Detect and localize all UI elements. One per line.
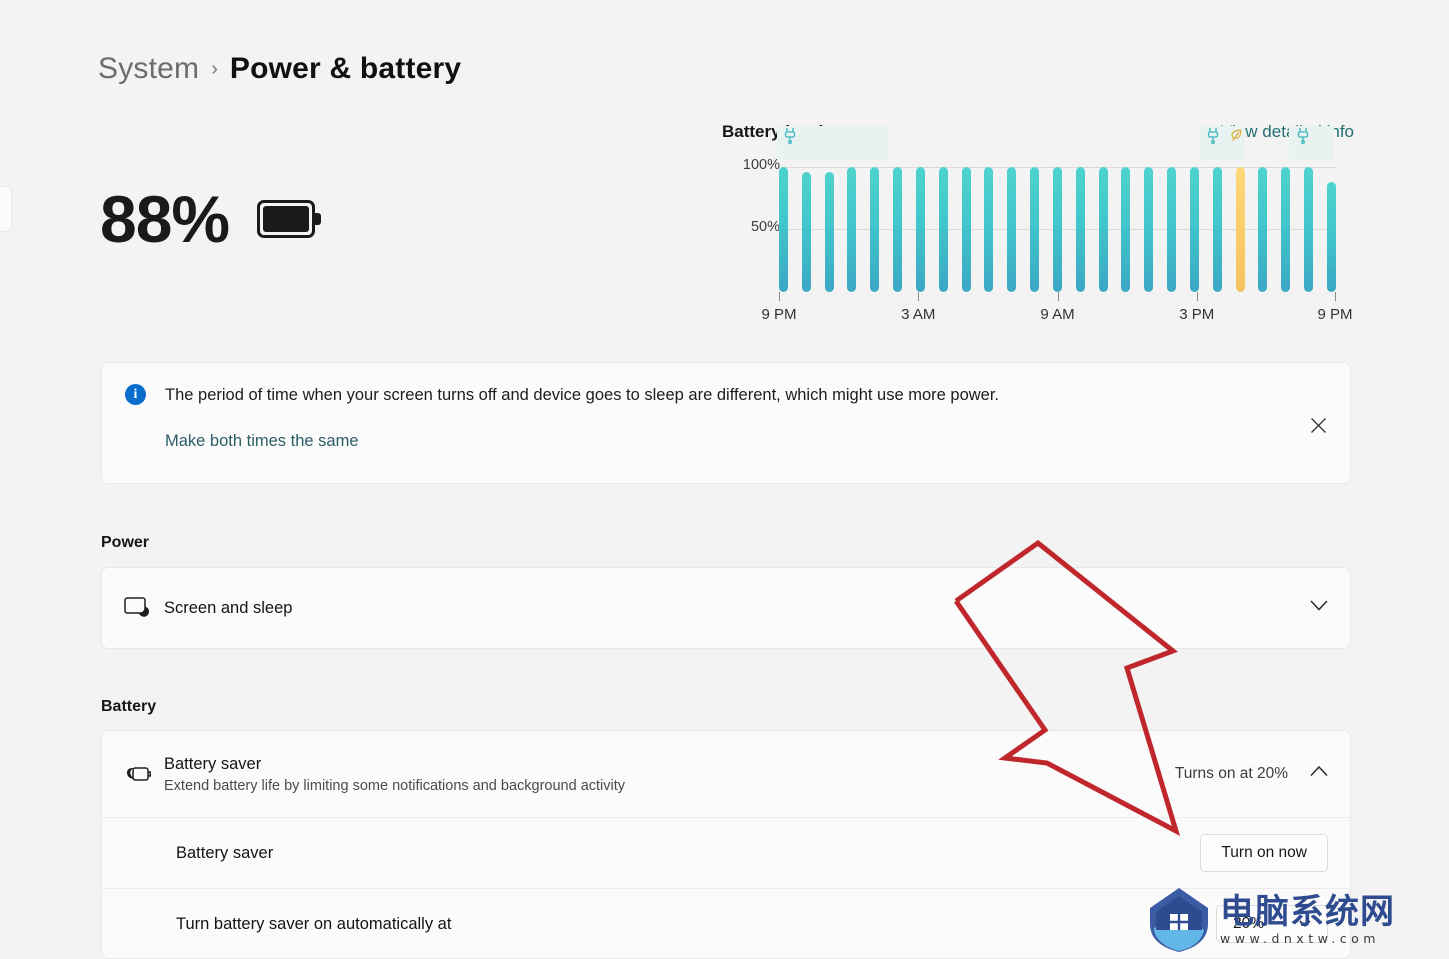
breadcrumb: System › Power & battery — [98, 52, 461, 86]
charging-plug-icon — [782, 126, 798, 144]
chart-bar — [893, 166, 903, 292]
chart-bar — [1281, 166, 1291, 292]
chart-bar — [1121, 166, 1131, 292]
battery-levels-chart: Battery levels View detailed info 100%50… — [722, 122, 1354, 342]
battery-saver-sub-label: Battery saver — [176, 843, 274, 862]
chart-x-tick-label: 3 PM — [1179, 306, 1215, 323]
chart-y-tick-label: 50% — [750, 219, 780, 236]
section-heading-battery: Battery — [101, 698, 157, 715]
chevron-up-icon[interactable] — [1310, 765, 1328, 783]
screen-and-sleep-card[interactable]: Screen and sleep — [101, 567, 1351, 649]
chart-bar — [938, 166, 948, 292]
screen-sleep-icon — [124, 596, 164, 620]
chart-x-tick — [918, 292, 920, 301]
chart-bar — [824, 171, 834, 292]
chart-bars — [779, 154, 1336, 292]
battery-status: 88% — [100, 182, 322, 256]
chart-bar — [1144, 166, 1154, 292]
battery-saver-icon — [124, 763, 164, 785]
chart-bar — [1189, 166, 1199, 292]
info-banner: i The period of time when your screen tu… — [101, 362, 1351, 484]
chart-bar — [1258, 166, 1268, 292]
chart-x-tick-label: 3 AM — [901, 306, 936, 323]
breadcrumb-parent[interactable]: System — [98, 52, 199, 86]
watermark-logo-icon — [1150, 888, 1208, 952]
close-icon[interactable] — [1302, 409, 1334, 441]
battery-saver-title: Battery saver — [164, 754, 262, 773]
chart-bar — [1075, 166, 1085, 292]
info-icon: i — [125, 384, 146, 405]
chart-x-tick — [1335, 292, 1336, 301]
battery-saver-leaf-icon — [1228, 126, 1244, 144]
chart-bar — [1098, 166, 1108, 292]
chart-bar — [915, 166, 925, 292]
watermark-url: www.dnxtw.com — [1220, 930, 1380, 946]
chart-bar — [1030, 166, 1040, 292]
chart-x-tick-label: 9 PM — [1317, 306, 1353, 323]
chart-bar — [1007, 166, 1017, 292]
watermark: 电脑系统网 www.dnxtw.com — [1146, 884, 1395, 954]
section-heading-power: Power — [101, 534, 150, 551]
make-both-times-same-link[interactable]: Make both times the same — [165, 432, 359, 451]
turn-on-now-button[interactable]: Turn on now — [1200, 834, 1328, 872]
battery-percent-label: 88% — [100, 182, 230, 256]
chart-y-tick-label: 100% — [742, 156, 780, 173]
chart-bar — [779, 166, 788, 292]
chart-bar — [1304, 166, 1314, 292]
battery-saver-threshold-value: Turns on at 20% — [1174, 765, 1288, 782]
settings-page: System › Power & battery 88% Battery lev… — [0, 0, 1449, 959]
chart-x-axis: 9 PM 3 AM 9 AM 3 PM 9 PM — [761, 292, 1353, 334]
battery-full-icon — [257, 200, 322, 238]
charging-plug-icon — [1295, 126, 1311, 144]
left-panel-edge — [0, 186, 12, 232]
chevron-down-icon[interactable] — [1310, 599, 1328, 617]
charging-plug-icon — [1205, 126, 1221, 144]
info-banner-message: The period of time when your screen turn… — [165, 386, 1000, 404]
chart-x-tick-label: 9 PM — [761, 306, 797, 323]
battery-saver-row[interactable]: Battery saver Extend battery life by lim… — [102, 731, 1350, 817]
chart-bar — [1326, 181, 1336, 292]
screen-and-sleep-label: Screen and sleep — [164, 598, 293, 617]
chart-bar — [870, 166, 880, 292]
chart-bar — [1167, 166, 1177, 292]
watermark-title: 电脑系统网 — [1220, 891, 1395, 932]
chart-bar — [984, 166, 994, 292]
chart-bar — [961, 166, 971, 292]
chart-plot: 100% 50% 9 PM 3 AM 9 AM 3 PM 9 PM — [722, 126, 1354, 342]
auto-threshold-label: Turn battery saver on automatically at — [176, 914, 452, 933]
chart-bar — [847, 166, 857, 292]
chart-x-tick — [1057, 292, 1059, 301]
chart-x-tick-label: 9 AM — [1040, 306, 1075, 323]
page-title: Power & battery — [229, 52, 462, 85]
breadcrumb-separator-icon: › — [211, 57, 218, 80]
chart-x-tick — [1196, 292, 1198, 301]
chart-x-tick — [779, 292, 780, 301]
battery-saver-toggle-row: Battery saver Turn on now — [102, 818, 1350, 888]
chart-bar — [1235, 166, 1245, 292]
chart-bar — [801, 171, 811, 292]
chart-bar — [1212, 166, 1222, 292]
battery-saver-subtitle: Extend battery life by limiting some not… — [164, 777, 626, 794]
chart-bar — [1052, 166, 1062, 292]
